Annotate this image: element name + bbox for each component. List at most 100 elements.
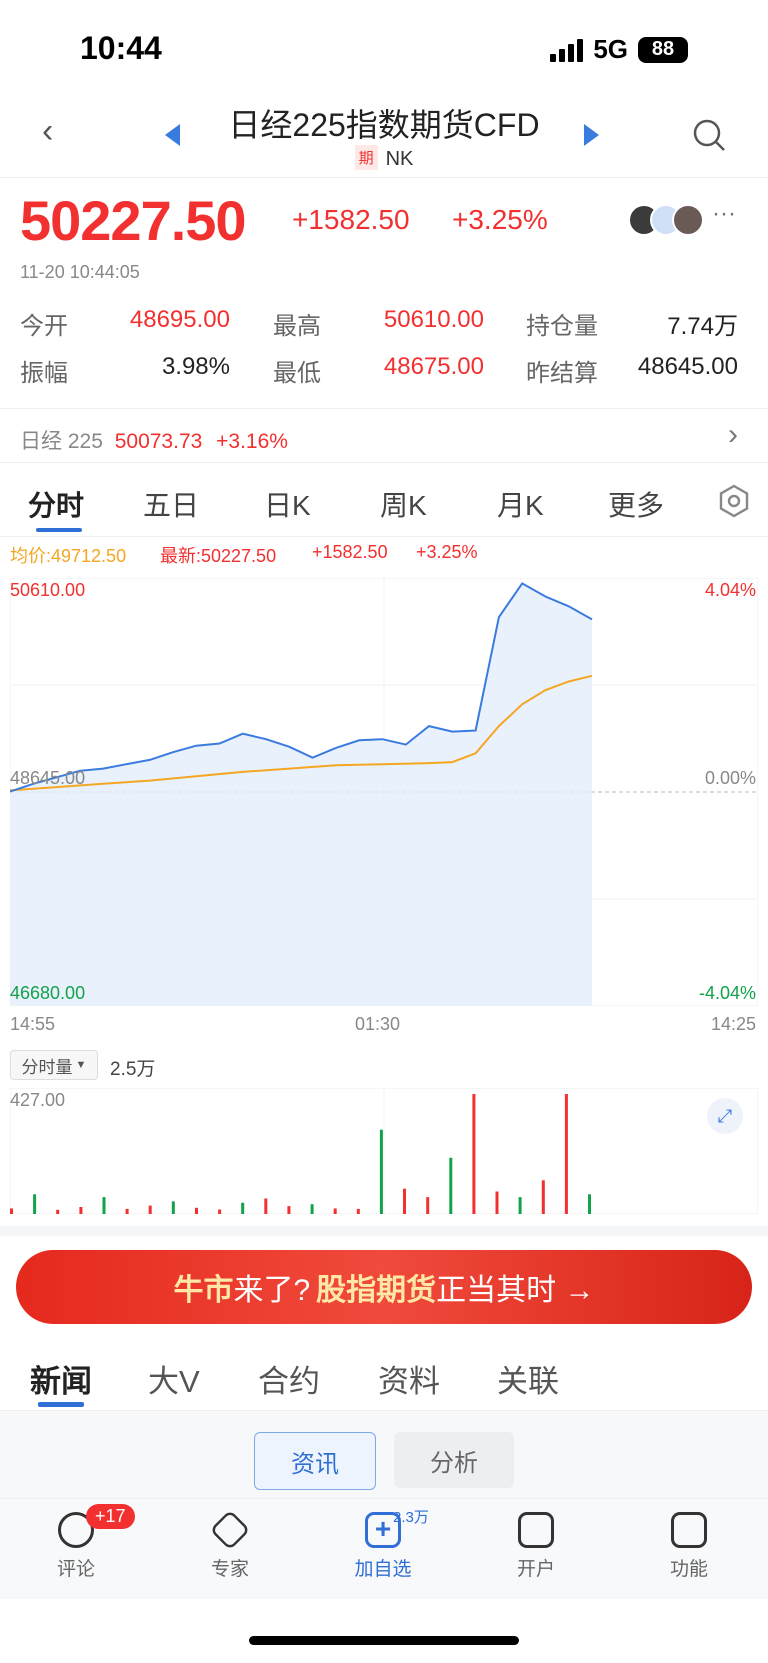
add-watchlist-label: 加自选 bbox=[354, 1559, 412, 1580]
volume-bar bbox=[33, 1194, 37, 1214]
futures-tag: 期 bbox=[354, 145, 378, 170]
battery-level: 88 bbox=[651, 38, 675, 60]
next-quote-icon[interactable] bbox=[584, 124, 600, 146]
volume-bar bbox=[472, 1094, 476, 1214]
menu-list-icon bbox=[671, 1512, 707, 1548]
tab-contract[interactable]: 合约 bbox=[258, 1356, 320, 1401]
low-label: 最低 bbox=[273, 360, 321, 387]
avatar bbox=[672, 204, 704, 236]
watchlist-count: 2.3万 bbox=[393, 1509, 429, 1526]
search-icon[interactable] bbox=[692, 118, 726, 152]
volume-bar bbox=[449, 1157, 453, 1214]
y-axis-low: 46680.00 bbox=[10, 983, 86, 1003]
volume-bar bbox=[125, 1208, 129, 1214]
open-account-label: 开户 bbox=[516, 1559, 555, 1580]
comment-label: 评论 bbox=[56, 1559, 95, 1580]
home-indicator bbox=[249, 1636, 519, 1645]
volume-bar bbox=[264, 1198, 268, 1214]
tab-daily-k[interactable]: 日K bbox=[264, 484, 311, 524]
tab-news[interactable]: 新闻 bbox=[30, 1356, 92, 1401]
related-index-change: +3.16% bbox=[216, 430, 288, 453]
related-index-row[interactable]: 日经 225 50073.73 +3.16% bbox=[20, 425, 288, 455]
functions-label: 功能 bbox=[669, 1559, 708, 1580]
x-axis-start: 14:55 bbox=[10, 1014, 56, 1034]
volume-bar bbox=[588, 1194, 591, 1214]
comment-badge: +17 bbox=[86, 1504, 135, 1529]
functions-button[interactable]: 功能 bbox=[639, 1512, 739, 1581]
pct-axis-high: 4.04% bbox=[704, 580, 756, 600]
open-interest-value: 7.74万 bbox=[667, 313, 738, 340]
page-title: 日经225指数期货CFD bbox=[228, 107, 540, 143]
volume-bar bbox=[541, 1180, 545, 1214]
tab-intraday[interactable]: 分时 bbox=[28, 484, 84, 524]
chart-up-icon bbox=[518, 1512, 554, 1548]
tab-more[interactable]: 更多 bbox=[608, 484, 664, 524]
segment-news[interactable]: 资讯 bbox=[254, 1432, 376, 1490]
volume-bar bbox=[102, 1197, 106, 1214]
last-price: 50227.50 bbox=[20, 189, 247, 252]
open-value: 48695.00 bbox=[129, 306, 230, 333]
intraday-price-chart[interactable] bbox=[10, 578, 758, 1006]
promo-banner[interactable]: 牛市 来了? 股指期货 正当其时 → bbox=[16, 1250, 752, 1324]
tab-monthly-k[interactable]: 月K bbox=[497, 484, 544, 524]
volume-bar bbox=[310, 1204, 314, 1214]
volume-selector[interactable]: 分时量 ▼ bbox=[10, 1050, 98, 1080]
expert-icon bbox=[209, 1509, 251, 1551]
banner-text-4: 正当其时 → bbox=[436, 1274, 595, 1307]
status-time: 10:44 bbox=[80, 30, 162, 66]
instrument-symbol: NK bbox=[385, 148, 414, 170]
price-change-pct: +3.25% bbox=[452, 204, 548, 235]
banner-text-3: 股指期货 bbox=[316, 1274, 437, 1307]
price-change: +1582.50 bbox=[292, 204, 410, 235]
amplitude-label: 振幅 bbox=[20, 360, 68, 387]
high-label: 最高 bbox=[273, 313, 321, 340]
tab-bigv[interactable]: 大V bbox=[148, 1356, 200, 1401]
segment-area bbox=[0, 1411, 768, 1498]
low-value: 48675.00 bbox=[383, 353, 484, 380]
y-axis-high: 50610.00 bbox=[10, 580, 86, 600]
volume-bar bbox=[56, 1209, 60, 1214]
banner-text-1: 牛市 bbox=[173, 1274, 234, 1307]
signal-icon bbox=[550, 38, 584, 62]
volume-bar bbox=[241, 1202, 245, 1214]
segment-analysis[interactable]: 分析 bbox=[394, 1432, 514, 1488]
section-gap bbox=[0, 1226, 768, 1236]
latest-price-legend: 最新:50227.50 bbox=[160, 546, 277, 566]
banner-text-2: 来了? bbox=[233, 1274, 311, 1307]
quote-timestamp: 11-20 10:44:05 bbox=[20, 262, 140, 282]
chart-settings-icon[interactable] bbox=[717, 484, 751, 518]
chevron-right-icon[interactable]: › bbox=[728, 418, 738, 452]
volume-bar bbox=[287, 1206, 291, 1214]
legend-change-pct: +3.25% bbox=[416, 542, 478, 562]
open-label: 今开 bbox=[20, 313, 68, 340]
volume-bar bbox=[171, 1201, 175, 1214]
volume-bar bbox=[79, 1207, 83, 1214]
price-area bbox=[10, 583, 592, 1006]
expert-label: 专家 bbox=[210, 1559, 249, 1580]
tab-profile[interactable]: 资料 bbox=[378, 1356, 440, 1401]
expand-icon[interactable]: ⤢ bbox=[707, 1098, 743, 1134]
tab-related[interactable]: 关联 bbox=[497, 1356, 559, 1401]
x-axis-end: 14:25 bbox=[710, 1014, 756, 1034]
network-type: 5G bbox=[593, 34, 628, 64]
volume-bar bbox=[10, 1208, 13, 1214]
volume-chart[interactable] bbox=[10, 1088, 758, 1214]
volume-bar bbox=[564, 1094, 568, 1214]
instrument-code: 期 NK bbox=[0, 145, 768, 171]
more-icon[interactable]: ··· bbox=[712, 200, 736, 228]
volume-bar bbox=[518, 1197, 522, 1214]
volume-bar bbox=[495, 1191, 499, 1214]
volume-bar bbox=[426, 1197, 430, 1214]
pct-axis-low: -4.04% bbox=[698, 983, 756, 1003]
news-tab-indicator bbox=[38, 1402, 84, 1407]
tab-weekly-k[interactable]: 周K bbox=[380, 484, 427, 524]
tab-five-day[interactable]: 五日 bbox=[143, 484, 199, 524]
related-index-value: 50073.73 bbox=[114, 430, 203, 453]
high-value: 50610.00 bbox=[383, 306, 484, 333]
expert-button[interactable]: 专家 bbox=[180, 1509, 280, 1581]
volume-bar bbox=[148, 1205, 152, 1214]
user-avatars[interactable] bbox=[628, 204, 708, 236]
battery-icon: 88 bbox=[638, 36, 688, 63]
open-account-button[interactable]: 开户 bbox=[486, 1512, 586, 1581]
status-indicators: 5G 88 bbox=[550, 34, 688, 65]
